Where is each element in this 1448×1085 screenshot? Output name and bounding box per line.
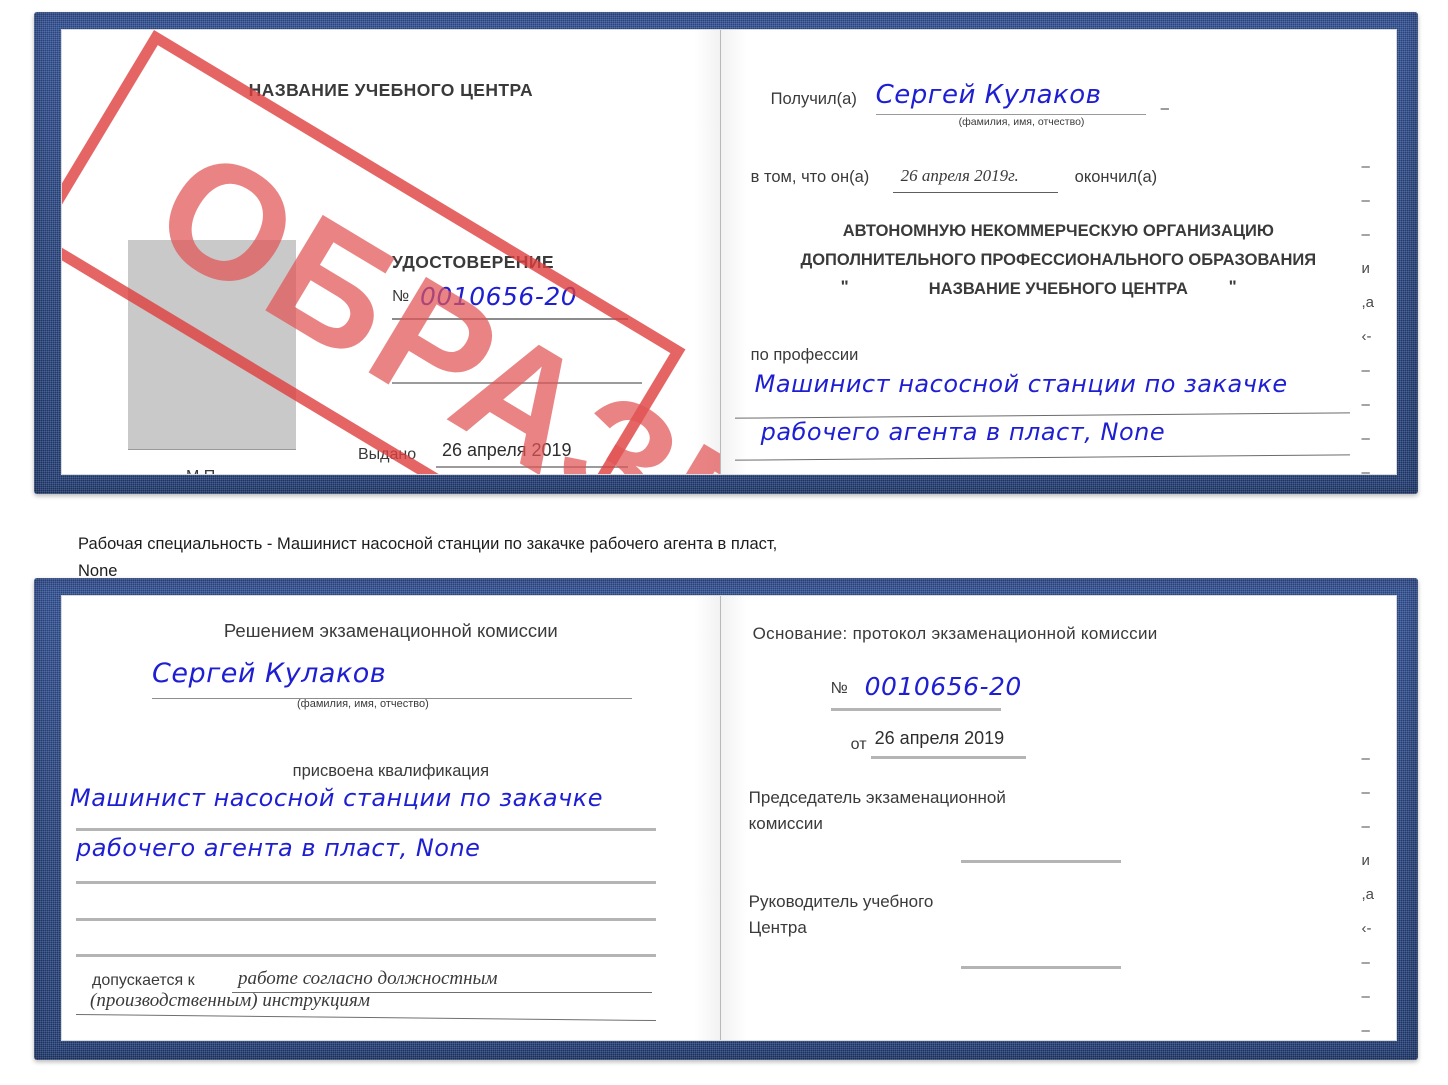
certificate-number: 0010656-20 (420, 282, 578, 311)
org-quote-open: " (840, 277, 849, 296)
org-quote-close: " (1228, 277, 1237, 296)
edge-mark: – (1361, 226, 1370, 243)
photo-placeholder (128, 240, 296, 450)
qualification-rule-3 (76, 918, 656, 921)
protocol-number: 0010656-20 (864, 672, 1022, 701)
certificate-bottom-pages: Решением экзаменационной комиссии Сергей… (62, 596, 1396, 1040)
bottom-left-page: Решением экзаменационной комиссии Сергей… (62, 596, 720, 1040)
edge-mark: и (1361, 852, 1370, 869)
edge-mark: – (1361, 362, 1370, 379)
edge-mark: ,а (1361, 886, 1374, 903)
chairman-line-1: Председатель экзаменационной (748, 788, 1006, 807)
dash-right-1: – (1160, 100, 1169, 117)
document-title: УДОСТОВЕРЕНИЕ (392, 252, 554, 272)
commission-decision-heading: Решением экзаменационной комиссии (223, 620, 558, 641)
issued-date: 26 апреля 2019 (442, 440, 572, 460)
training-center-heading: НАЗВАНИЕ УЧЕБНОГО ЦЕНТРА (248, 80, 534, 100)
qualification-rule-1 (76, 828, 656, 831)
graduate-name: Сергей Кулаков (152, 658, 387, 689)
certificate-top-pages: НАЗВАНИЕ УЧЕБНОГО ЦЕНТРА М.П. УДОСТОВЕРЕ… (62, 30, 1396, 474)
edge-mark: – (1361, 784, 1370, 801)
issued-rule (436, 466, 628, 468)
profession-label: по профессии (750, 346, 859, 364)
caption-line-1: Рабочая специальность - Машинист насосно… (78, 535, 778, 553)
edge-mark: – (1361, 954, 1370, 971)
qualification-line-2: рабочего агента в пласт, None (76, 834, 481, 862)
completion-date-rule (892, 192, 1058, 193)
that-he-label: в том, что он(а) (750, 168, 870, 186)
allowed-value-line-1: работе согласно должностным (238, 968, 498, 989)
edge-mark: – (1361, 988, 1370, 1005)
edge-mark: – (1361, 750, 1370, 767)
qualification-rule-4 (76, 954, 656, 957)
top-left-page: НАЗВАНИЕ УЧЕБНОГО ЦЕНТРА М.П. УДОСТОВЕРЕ… (62, 30, 720, 474)
certificate-top: НАЗВАНИЕ УЧЕБНОГО ЦЕНТРА М.П. УДОСТОВЕРЕ… (34, 12, 1418, 494)
completion-date: 26 апреля 2019г. (900, 166, 1019, 185)
edge-mark: ‹- (1361, 328, 1372, 345)
protocol-date-prefix: от (850, 736, 867, 753)
blank-rule-1 (392, 382, 642, 384)
edge-mark: – (1361, 818, 1370, 835)
profession-line-1: Машинист насосной станции по закачке (754, 370, 1288, 398)
edge-mark: ,а (1361, 294, 1374, 311)
seal-label: М.П. (186, 468, 220, 474)
edge-ghost-marks-bottom: – – – и ,а ‹- – – – – (1361, 742, 1374, 1040)
protocol-date: 26 апреля 2019 (874, 728, 1005, 748)
edge-mark: – (1361, 158, 1370, 175)
edge-mark: – (1361, 430, 1370, 447)
profession-line-2: рабочего агента в пласт, None (760, 418, 1166, 446)
finished-label: окончил(а) (1074, 168, 1158, 186)
basis-label: Основание: протокол экзаменационной коми… (752, 624, 1158, 643)
name-hint: (фамилия, имя, отчество) (958, 116, 1085, 128)
certificate-bottom: Решением экзаменационной комиссии Сергей… (34, 578, 1418, 1060)
profession-rule-2 (734, 454, 1350, 461)
head-signature-rule (960, 966, 1121, 969)
received-name-rule (875, 114, 1146, 115)
edge-mark: – (1361, 1022, 1370, 1039)
caption-line-2: None (78, 562, 118, 580)
edge-mark: – (1361, 396, 1370, 413)
allowed-label: допускается к (92, 972, 195, 989)
chairman-signature-rule (960, 860, 1121, 863)
protocol-date-rule (870, 756, 1026, 759)
issued-label: Выдано (358, 446, 417, 463)
org-line-3: НАЗВАНИЕ УЧЕБНОГО ЦЕНТРА (928, 280, 1188, 298)
top-right-page: Получил(а) Сергей Кулаков (фамилия, имя,… (719, 30, 1396, 474)
allowed-rule-2 (76, 1013, 656, 1022)
org-line-2: ДОПОЛНИТЕЛЬНОГО ПРОФЕССИОНАЛЬНОГО ОБРАЗО… (800, 251, 1317, 269)
bottom-right-page: Основание: протокол экзаменационной коми… (719, 596, 1396, 1040)
qualification-line-1: Машинист насосной станции по закачке (70, 784, 603, 812)
head-line-2: Центра (748, 918, 807, 937)
edge-mark: – (1361, 464, 1370, 474)
protocol-number-symbol: № (830, 680, 848, 697)
graduate-name-hint: (фамилия, имя, отчество) (297, 698, 429, 710)
edge-mark: ‹- (1361, 920, 1372, 937)
edge-ghost-marks-top: – – – и ,а ‹- – – – – (1361, 150, 1374, 474)
qualification-label: присвоена квалификация (292, 762, 490, 780)
edge-mark: – (1361, 192, 1370, 209)
number-rule (392, 318, 628, 320)
chairman-line-2: комиссии (748, 814, 823, 833)
org-line-1: АВТОНОМНУЮ НЕКОММЕРЧЕСКУЮ ОРГАНИЗАЦИЮ (842, 222, 1274, 240)
head-line-1: Руководитель учебного (748, 892, 934, 911)
caption: Рабочая специальность - Машинист насосно… (78, 531, 1078, 585)
received-label: Получил(а) (770, 90, 857, 108)
received-name: Сергей Кулаков (875, 80, 1102, 110)
protocol-number-rule (830, 708, 1001, 711)
number-symbol: № (392, 288, 410, 305)
edge-mark: и (1361, 260, 1370, 277)
qualification-rule-2 (76, 881, 656, 884)
allowed-value-line-2: (производственным) инструкциям (90, 990, 370, 1011)
